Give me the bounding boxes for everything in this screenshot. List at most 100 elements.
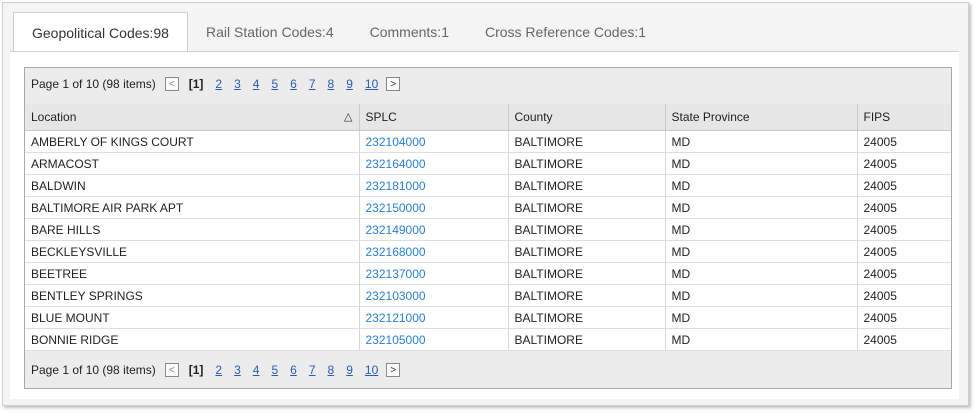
tab-strip: Geopolitical Codes:98 Rail Station Codes… <box>13 12 664 52</box>
page-link[interactable]: 5 <box>271 77 278 91</box>
state-cell: MD <box>665 196 858 219</box>
location-cell: ARMACOST <box>25 152 360 175</box>
location-cell: BALTIMORE AIR PARK APT <box>25 196 360 219</box>
page-link[interactable]: 3 <box>234 77 241 91</box>
state-cell: MD <box>665 174 858 197</box>
pager-info: Page 1 of 10 (98 items) <box>31 77 156 91</box>
splc-link[interactable]: 232164000 <box>359 152 509 175</box>
location-cell: BONNIE RIDGE <box>25 328 360 351</box>
splc-link[interactable]: 232181000 <box>359 174 509 197</box>
table-row[interactable]: BECKLEYSVILLE 232168000 BALTIMORE MD 24005 <box>25 240 951 263</box>
fips-cell: 24005 <box>857 306 951 329</box>
page-link[interactable]: 10 <box>365 363 378 377</box>
table-row[interactable]: AMBERLY OF KINGS COURT 232104000 BALTIMORE… <box>25 130 951 153</box>
page-link[interactable]: 6 <box>290 363 297 377</box>
state-cell: MD <box>665 240 858 263</box>
fips-cell: 24005 <box>857 218 951 241</box>
fips-cell: 24005 <box>857 262 951 285</box>
county-cell: BALTIMORE <box>508 240 666 263</box>
column-header-splc[interactable]: SPLC <box>359 104 509 131</box>
state-cell: MD <box>665 328 858 351</box>
fips-cell: 24005 <box>857 328 951 351</box>
page-link[interactable]: 4 <box>253 77 260 91</box>
current-page: [1] <box>188 77 204 91</box>
column-header-county[interactable]: County <box>508 104 666 131</box>
fips-cell: 24005 <box>857 174 951 197</box>
location-cell: BALDWIN <box>25 174 360 197</box>
table-row[interactable]: BALDWIN 232181000 BALTIMORE MD 24005 <box>25 174 951 197</box>
splc-link[interactable]: 232137000 <box>359 262 509 285</box>
page-link[interactable]: 9 <box>346 77 353 91</box>
splc-link[interactable]: 232150000 <box>359 196 509 219</box>
fips-cell: 24005 <box>857 240 951 263</box>
table-row[interactable]: BEETREE 232137000 BALTIMORE MD 24005 <box>25 262 951 285</box>
tab-rail-station-codes[interactable]: Rail Station Codes:4 <box>188 12 352 52</box>
table-row[interactable]: BARE HILLS 232149000 BALTIMORE MD 24005 <box>25 218 951 241</box>
fips-cell: 24005 <box>857 152 951 175</box>
tab-comments[interactable]: Comments:1 <box>352 12 467 52</box>
state-cell: MD <box>665 284 858 307</box>
county-cell: BALTIMORE <box>508 130 666 153</box>
pager-bottom: Page 1 of 10 (98 items) < [1] 2 3 4 5 6 … <box>25 354 951 386</box>
county-cell: BALTIMORE <box>508 218 666 241</box>
next-page-button[interactable]: > <box>386 77 401 91</box>
page-link[interactable]: 2 <box>215 363 222 377</box>
geopolitical-codes-grid: Page 1 of 10 (98 items) < [1] 2 3 4 5 6 … <box>24 67 952 389</box>
splc-link[interactable]: 232168000 <box>359 240 509 263</box>
county-cell: BALTIMORE <box>508 328 666 351</box>
page-link[interactable]: 8 <box>328 363 335 377</box>
state-cell: MD <box>665 152 858 175</box>
splc-link[interactable]: 232149000 <box>359 218 509 241</box>
page-link[interactable]: 6 <box>290 77 297 91</box>
county-cell: BALTIMORE <box>508 262 666 285</box>
next-page-button[interactable]: > <box>386 363 401 377</box>
table-row[interactable]: BONNIE RIDGE 232105000 BALTIMORE MD 24005 <box>25 328 951 351</box>
location-cell: BARE HILLS <box>25 218 360 241</box>
column-header-state-province[interactable]: State Province <box>665 104 858 131</box>
column-header-location[interactable]: Location △ <box>25 104 360 131</box>
page-link[interactable]: 5 <box>271 363 278 377</box>
table-row[interactable]: BENTLEY SPRINGS 232103000 BALTIMORE MD 24005 <box>25 284 951 307</box>
fips-cell: 24005 <box>857 196 951 219</box>
location-cell: BECKLEYSVILLE <box>25 240 360 263</box>
splc-link[interactable]: 232121000 <box>359 306 509 329</box>
column-header-fips[interactable]: FIPS <box>857 104 951 131</box>
page-link[interactable]: 4 <box>253 363 260 377</box>
prev-page-button[interactable]: < <box>164 363 179 377</box>
county-cell: BALTIMORE <box>508 174 666 197</box>
county-cell: BALTIMORE <box>508 152 666 175</box>
location-cell: AMBERLY OF KINGS COURT <box>25 130 360 153</box>
geographic-detail-panel: Geopolitical Codes:98 Rail Station Codes… <box>2 2 969 406</box>
table-row[interactable]: ARMACOST 232164000 BALTIMORE MD 24005 <box>25 152 951 175</box>
county-cell: BALTIMORE <box>508 284 666 307</box>
page-link[interactable]: 3 <box>234 363 241 377</box>
table-row[interactable]: BALTIMORE AIR PARK APT 232150000 BALTIMORE… <box>25 196 951 219</box>
state-cell: MD <box>665 262 858 285</box>
location-cell: BEETREE <box>25 262 360 285</box>
tab-cross-reference-codes[interactable]: Cross Reference Codes:1 <box>467 12 664 52</box>
splc-link[interactable]: 232104000 <box>359 130 509 153</box>
page-link[interactable]: 10 <box>365 77 378 91</box>
prev-page-button[interactable]: < <box>164 77 179 91</box>
page-link[interactable]: 8 <box>328 77 335 91</box>
county-cell: BALTIMORE <box>508 196 666 219</box>
pager-info: Page 1 of 10 (98 items) <box>31 363 156 377</box>
tab-geopolitical-codes[interactable]: Geopolitical Codes:98 <box>13 12 188 52</box>
table-row[interactable]: BLUE MOUNT 232121000 BALTIMORE MD 24005 <box>25 306 951 329</box>
location-cell: BENTLEY SPRINGS <box>25 284 360 307</box>
sort-ascending-icon: △ <box>344 111 353 123</box>
page-link[interactable]: 7 <box>309 77 316 91</box>
table-header-row: Location △ SPLC County State Province FI… <box>25 104 951 131</box>
page-link[interactable]: 9 <box>346 363 353 377</box>
state-cell: MD <box>665 218 858 241</box>
column-header-label: Location <box>31 110 77 124</box>
current-page: [1] <box>188 363 204 377</box>
splc-link[interactable]: 232105000 <box>359 328 509 351</box>
splc-link[interactable]: 232103000 <box>359 284 509 307</box>
fips-cell: 24005 <box>857 130 951 153</box>
pager-top: Page 1 of 10 (98 items) < [1] 2 3 4 5 6 … <box>25 68 951 100</box>
fips-cell: 24005 <box>857 284 951 307</box>
page-link[interactable]: 7 <box>309 363 316 377</box>
location-cell: BLUE MOUNT <box>25 306 360 329</box>
page-link[interactable]: 2 <box>215 77 222 91</box>
